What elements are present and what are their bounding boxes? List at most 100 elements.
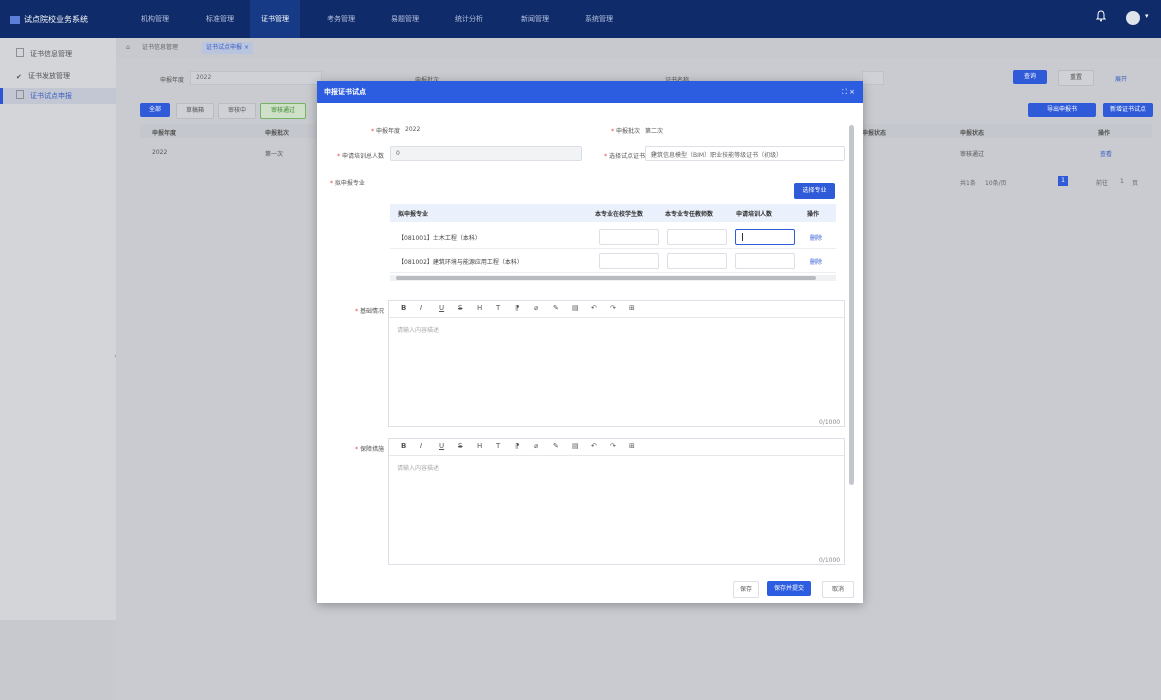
sidebar-item-cert-issue[interactable]: ✔ 证书发放管理 <box>0 68 116 84</box>
bg-th-batch: 申报批次 <box>265 130 290 137</box>
search-button[interactable]: 查询 <box>1013 70 1047 84</box>
close-icon[interactable]: × <box>244 44 249 51</box>
bold-icon[interactable]: B <box>401 304 406 312</box>
year-value: 2022 <box>405 126 421 133</box>
pager-total: 共1条 <box>960 180 976 187</box>
strike-icon[interactable]: S <box>458 304 462 312</box>
redo-icon[interactable]: ↷ <box>610 442 616 450</box>
align-icon[interactable]: ▤ <box>572 304 579 312</box>
table-icon[interactable]: ⊞ <box>629 442 635 450</box>
send-icon: ✔ <box>16 73 22 81</box>
sidebar-item-cert-info[interactable]: 证书信息管理 <box>0 46 116 62</box>
year-filter-label: 申报年度 <box>160 77 185 84</box>
nav-item-stats[interactable]: 统计分析 <box>444 0 494 38</box>
clear-icon[interactable]: ○ <box>651 150 840 157</box>
bold-icon[interactable]: B <box>401 442 406 450</box>
delete-link[interactable]: 删除 <box>810 257 822 266</box>
tab-cert-info[interactable]: 证书信息管理 <box>138 42 182 54</box>
undo-icon[interactable]: ↶ <box>591 442 597 450</box>
color-icon[interactable]: ⌀ <box>534 442 538 450</box>
home-icon[interactable]: ⌂ <box>122 42 134 54</box>
italic-icon[interactable]: I <box>420 304 422 312</box>
underline-icon[interactable]: U <box>439 442 444 450</box>
add-declare-button[interactable]: 新增证书试点 <box>1103 103 1153 117</box>
sidebar: 证书信息管理 ✔ 证书发放管理 证书试点申报 <box>0 38 119 700</box>
strike-icon[interactable]: S <box>458 442 462 450</box>
view-link[interactable]: 查看 <box>1100 149 1112 158</box>
year-filter-input[interactable]: 2022 <box>190 71 322 85</box>
pager-current[interactable]: 1 <box>1058 176 1068 186</box>
underline-icon[interactable]: U <box>439 304 444 312</box>
save-button[interactable]: 保存 <box>733 581 759 598</box>
sidebar-item-label: 证书发放管理 <box>28 72 70 80</box>
redo-icon[interactable]: ↷ <box>610 304 616 312</box>
delete-link[interactable]: 删除 <box>810 233 822 242</box>
expand-link[interactable]: 展开 <box>1115 74 1127 83</box>
student-count-input[interactable] <box>599 253 659 269</box>
major-table-header: 拟申报专业 本专业在校学生数 本专业专任教师数 申请培训人数 操作 <box>390 204 836 222</box>
export-button[interactable]: 导出申报书 <box>1028 103 1096 117</box>
font-size-icon[interactable]: T <box>496 304 500 312</box>
nav-item-org[interactable]: 机构管理 <box>130 0 180 38</box>
pager-suffix: 页 <box>1132 180 1139 187</box>
color-icon[interactable]: ⌀ <box>534 304 538 312</box>
nav-item-certificate[interactable]: 证书管理 <box>250 0 300 38</box>
train-count-cell-input[interactable] <box>735 229 795 245</box>
table-icon[interactable]: ⊞ <box>629 304 635 312</box>
basic-editor-area[interactable]: 请输入内容描述 <box>389 317 844 411</box>
undo-icon[interactable]: ↶ <box>591 304 597 312</box>
filter-all-button[interactable]: 全部 <box>140 103 170 117</box>
train-count-input: 0 <box>390 146 582 161</box>
cert-select-label: * 选择试点证书 <box>604 153 645 160</box>
font-size-icon[interactable]: T <box>496 442 500 450</box>
tab-cert-declare[interactable]: 证书试点申报 × <box>202 42 253 54</box>
dialog-vertical-scrollbar[interactable] <box>849 125 854 485</box>
nav-item-standard[interactable]: 标准管理 <box>195 0 245 38</box>
filter-draft-button[interactable]: 草稿箱 <box>176 103 214 119</box>
brush-icon[interactable]: ✎ <box>553 442 559 450</box>
cert-filter-input[interactable] <box>862 71 884 85</box>
dialog-title: 申报证书试点 <box>324 88 366 96</box>
train-count-label: * 申请培训总人数 <box>337 153 384 160</box>
year-label: * 申报年度 <box>371 128 400 135</box>
filter-reviewing-button[interactable]: 审核中 <box>218 103 256 119</box>
italic-icon[interactable]: I <box>420 442 422 450</box>
user-avatar[interactable] <box>1126 11 1140 25</box>
bg-td-year: 2022 <box>152 149 168 156</box>
paragraph-icon[interactable]: ⁋ <box>515 442 519 450</box>
nav-item-news[interactable]: 新闻管理 <box>510 0 560 38</box>
cancel-button[interactable]: 取消 <box>822 581 854 598</box>
sidebar-item-cert-declare[interactable]: 证书试点申报 <box>0 88 119 104</box>
pager-goto-input[interactable]: 1 <box>1120 178 1124 185</box>
save-submit-button[interactable]: 保存并提交 <box>767 581 811 596</box>
bell-icon[interactable] <box>1096 10 1106 22</box>
table-horizontal-scrollbar[interactable] <box>390 275 836 281</box>
nav-item-question[interactable]: 易题管理 <box>380 0 430 38</box>
brush-icon[interactable]: ✎ <box>553 304 559 312</box>
student-count-input[interactable] <box>599 229 659 245</box>
logo-icon <box>10 15 20 24</box>
nav-item-exam[interactable]: 考务管理 <box>316 0 366 38</box>
sidebar-footer <box>0 620 116 700</box>
batch-label: * 申报批次 <box>611 128 640 135</box>
scroll-thumb[interactable] <box>396 276 816 280</box>
reset-button[interactable]: 重置 <box>1058 70 1094 86</box>
train-count-cell-input[interactable] <box>735 253 795 269</box>
align-icon[interactable]: ▤ <box>572 442 579 450</box>
filter-approved-button[interactable]: 审核通过 <box>260 103 306 119</box>
pager-size[interactable]: 10条/页 <box>985 178 1007 187</box>
paragraph-icon[interactable]: ⁋ <box>515 304 519 312</box>
heading-icon[interactable]: H <box>477 442 482 450</box>
app-title: 试点院校业务系统 <box>24 15 88 24</box>
nav-item-system[interactable]: 系统管理 <box>574 0 624 38</box>
select-major-button[interactable]: 选择专业 <box>794 183 835 199</box>
bg-th-year: 申报年度 <box>152 130 177 137</box>
teacher-count-input[interactable] <box>667 229 727 245</box>
support-editor-area[interactable]: 请输入内容描述 <box>389 455 844 549</box>
cert-select[interactable]: 建筑信息模型（BIM）职业技能等级证书（初级） ○ <box>645 146 845 161</box>
tab-label: 证书试点申报 <box>206 44 243 51</box>
chevron-down-icon[interactable]: ▾ <box>1145 12 1149 20</box>
teacher-count-input[interactable] <box>667 253 727 269</box>
heading-icon[interactable]: H <box>477 304 482 312</box>
fullscreen-close-icon[interactable]: ⛶ × <box>842 81 855 103</box>
